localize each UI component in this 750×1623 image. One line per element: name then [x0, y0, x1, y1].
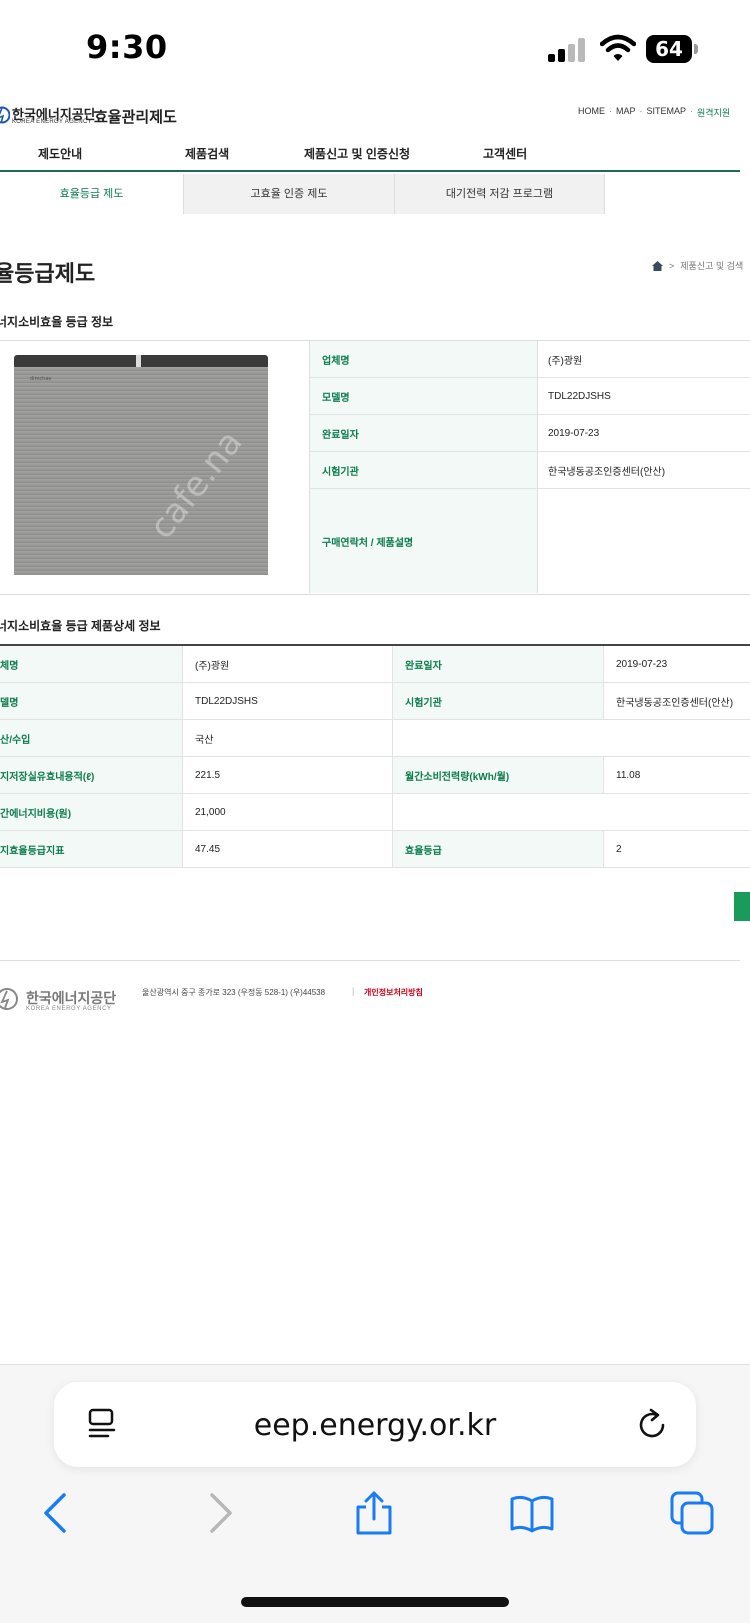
- table-row: 지저장실유효내용적(ℓ) 221.5 월간소비전력량(kWh/월) 11.08: [0, 757, 750, 794]
- section-title-grade-info: 너지소비효율 등급 정보: [0, 315, 114, 329]
- table-row: 간에너지비용(원) 21,000: [0, 794, 750, 831]
- info-value: (주)광원: [548, 355, 583, 367]
- info-row-purchase-contact: 구매연락처 / 제품설명: [309, 489, 750, 593]
- info-row-completion-date: 완료일자 2019-07-23: [309, 415, 750, 452]
- util-link-map[interactable]: MAP: [616, 106, 636, 119]
- info-value: 한국냉동공조인증센터(안산): [548, 466, 666, 478]
- info-label: 모델명: [309, 378, 538, 414]
- status-time: 9:30: [86, 28, 168, 66]
- page-title: 율등급제도: [0, 261, 96, 286]
- forward-icon[interactable]: [196, 1491, 240, 1535]
- detail-label: 지저장실유효내용적(ℓ): [0, 757, 183, 793]
- nav-item-customer-center[interactable]: 고객센터: [483, 145, 527, 162]
- battery-icon: 64: [646, 35, 698, 63]
- detail-value: TDL22DJSHS: [183, 683, 393, 719]
- detail-value: 47.45: [183, 831, 393, 867]
- detail-table: 체명 (주)광원 완료일자 2019-07-23 델명 TDL22DJSHS 시…: [0, 644, 750, 868]
- breadcrumb-current[interactable]: 제품신고 및 검색: [680, 259, 743, 272]
- share-icon[interactable]: [352, 1491, 396, 1535]
- home-icon[interactable]: [652, 260, 663, 271]
- site-header: 한국에너지공단 KOREA ENERGY AGENCY 효율관리제도 HOME …: [0, 100, 750, 130]
- detail-empty-cell: [393, 794, 750, 830]
- tab-efficiency-grade[interactable]: 효율등급 제도: [0, 174, 183, 214]
- detail-value: 한국냉동공조인증센터(안산): [616, 697, 734, 709]
- status-bar: 9:30 64: [0, 0, 750, 96]
- info-label: 시험기관: [309, 452, 538, 488]
- detail-label: 델명: [0, 683, 183, 719]
- util-link-home[interactable]: HOME: [578, 106, 605, 119]
- util-link-sitemap[interactable]: SITEMAP: [647, 106, 687, 119]
- back-icon[interactable]: [36, 1491, 80, 1535]
- detail-label: 체명: [0, 646, 183, 682]
- breadcrumb-separator: >: [669, 260, 675, 271]
- grade-info-table: 업체명 (주)광원 모델명 TDL22DJSHS 완료일자 2019-07-23…: [309, 341, 750, 593]
- tab-standby-power[interactable]: 대기전력 저감 프로그램: [394, 174, 605, 214]
- info-row-company: 업체명 (주)광원: [309, 341, 750, 378]
- grade-info-block: dimchae cafe.na 업체명 (주)광원 모델명 TDL22DJSHS…: [0, 340, 750, 595]
- tab-high-efficiency-cert[interactable]: 고효율 인증 제도: [183, 174, 394, 214]
- browser-toolbar: eep.energy.or.kr: [0, 1364, 750, 1623]
- detail-label: 지효율등급지표: [0, 831, 183, 867]
- utility-links: HOME · MAP · SITEMAP · 원격지원: [578, 106, 731, 119]
- table-row: 지효율등급지표 47.45 효율등급 2: [0, 831, 750, 868]
- detail-value: 21,000: [183, 794, 393, 830]
- info-value: TDL22DJSHS: [548, 390, 611, 402]
- reload-icon[interactable]: [636, 1408, 670, 1442]
- section-title-detail-info: 너지소비효율 등급 제품상세 정보: [0, 619, 161, 633]
- breadcrumb: > 제품신고 및 검색: [652, 259, 743, 272]
- detail-label: 효율등급: [393, 831, 604, 867]
- detail-value: (주)광원: [183, 646, 393, 682]
- footer-logo-ko: 한국에너지공단: [26, 990, 117, 1006]
- info-value: 2019-07-23: [548, 427, 600, 439]
- footer-address: 울산광역시 중구 종가로 323 (우정동 528-1) (우)44538: [142, 988, 326, 997]
- info-label: 완료일자: [309, 415, 538, 451]
- detail-label: 간에너지비용(원): [0, 794, 183, 830]
- side-action-button[interactable]: [734, 892, 750, 921]
- agency-logo-icon[interactable]: [0, 104, 10, 126]
- address-bar[interactable]: eep.energy.or.kr: [54, 1382, 696, 1467]
- table-row: 체명 (주)광원 완료일자 2019-07-23: [0, 646, 750, 683]
- nav-item-system-guide[interactable]: 제도안내: [38, 145, 82, 162]
- info-label: 업체명: [309, 341, 538, 377]
- detail-empty-cell: [393, 720, 750, 756]
- detail-value: 2019-07-23: [616, 658, 668, 670]
- detail-value: 2: [616, 843, 622, 855]
- util-link-remote-support[interactable]: 원격지원: [697, 106, 730, 119]
- detail-label: 시험기관: [393, 683, 604, 719]
- table-row: 델명 TDL22DJSHS 시험기관 한국냉동공조인증센터(안산): [0, 683, 750, 720]
- url-text[interactable]: eep.energy.or.kr: [54, 1408, 696, 1443]
- footer-separator: |: [352, 986, 355, 996]
- detail-value: 11.08: [616, 769, 641, 781]
- home-indicator[interactable]: [241, 1597, 509, 1607]
- privacy-policy-link[interactable]: 개인정보처리방침: [364, 987, 423, 998]
- footer-logo-en: KOREA ENERGY AGENCY: [26, 1006, 112, 1012]
- detail-label: 월간소비전력량(kWh/월): [393, 757, 604, 793]
- site-title[interactable]: 효율관리제도: [94, 106, 177, 127]
- nav-item-product-report[interactable]: 제품신고 및 인증신청: [304, 145, 410, 162]
- table-row: 산/수입 국산: [0, 720, 750, 757]
- bookmarks-icon[interactable]: [510, 1491, 554, 1535]
- detail-value: 국산: [183, 720, 393, 756]
- svg-text:dimchae: dimchae: [30, 376, 52, 382]
- footer-logo-icon: [0, 988, 18, 1010]
- detail-label: 산/수입: [0, 720, 183, 756]
- tabs-icon[interactable]: [670, 1491, 714, 1535]
- info-row-test-agency: 시험기관 한국냉동공조인증센터(안산): [309, 452, 750, 489]
- site-footer: 한국에너지공단 KOREA ENERGY AGENCY 울산광역시 중구 종가로…: [0, 960, 740, 1040]
- cellular-signal-icon: [548, 38, 586, 62]
- sub-tabs: 효율등급 제도 고효율 인증 제도 대기전력 저감 프로그램: [0, 174, 605, 214]
- nav-item-product-search[interactable]: 제품검색: [185, 145, 229, 162]
- global-nav: 제도안내 제품검색 제품신고 및 인증신청 고객센터: [0, 140, 740, 172]
- info-row-model: 모델명 TDL22DJSHS: [309, 378, 750, 415]
- detail-label: 완료일자: [393, 646, 604, 682]
- detail-value: 221.5: [183, 757, 393, 793]
- wifi-icon: [600, 34, 636, 61]
- battery-level: 64: [646, 35, 692, 63]
- info-label: 구매연락처 / 제품설명: [309, 489, 538, 593]
- product-image: dimchae cafe.na: [14, 355, 268, 575]
- logo-text-en: KOREA ENERGY AGENCY: [12, 119, 92, 125]
